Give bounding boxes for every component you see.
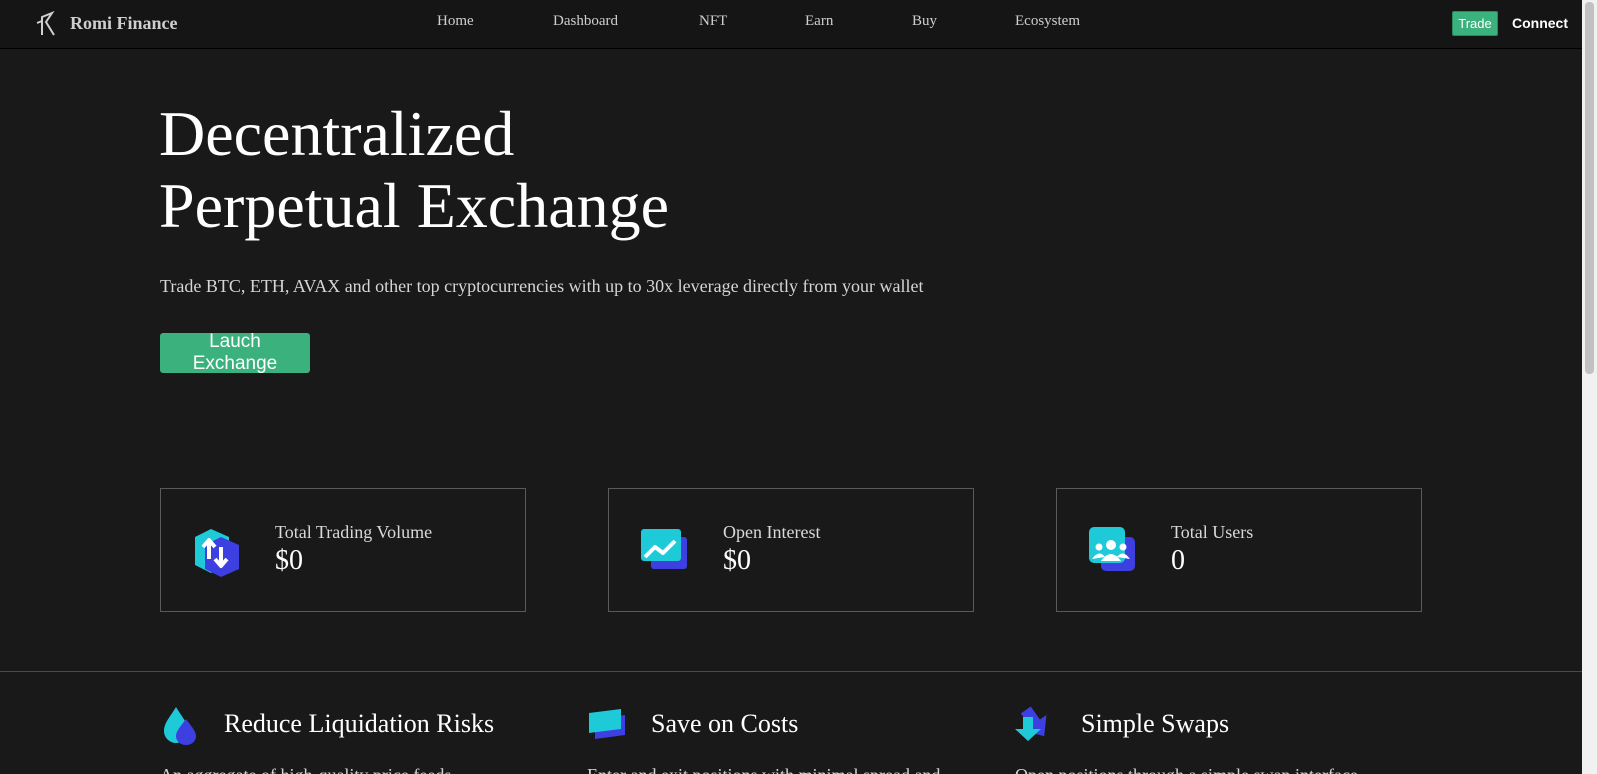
stat-label: Total Users — [1171, 522, 1254, 542]
nav-link-earn[interactable]: Earn — [805, 13, 833, 30]
top-navbar: Romi Finance Home Dashboard NFT Earn Buy… — [0, 0, 1582, 49]
stat-value: $0 — [275, 545, 303, 576]
nav-link-nft[interactable]: NFT — [699, 13, 727, 30]
cost-wallet-icon — [589, 709, 625, 739]
stat-card-trading-volume: Total Trading Volume $0 — [160, 488, 526, 612]
users-icon — [1089, 527, 1135, 571]
romi-logo-icon — [36, 10, 55, 36]
connect-button[interactable]: Connect — [1512, 15, 1568, 31]
stat-label: Total Trading Volume — [275, 522, 433, 542]
page: Romi Finance Home Dashboard NFT Earn Buy… — [0, 0, 1597, 774]
swap-arrow-icon — [1015, 706, 1047, 741]
nav-link-buy[interactable]: Buy — [912, 13, 937, 30]
page-scrollbar[interactable] — [1582, 0, 1597, 774]
section-divider — [0, 671, 1582, 672]
nav-link-dashboard[interactable]: Dashboard — [553, 13, 618, 30]
brand-name: Romi Finance — [70, 12, 178, 33]
stat-card-total-users: Total Users 0 — [1056, 488, 1422, 612]
trading-volume-icon — [195, 529, 239, 577]
trade-button[interactable]: Trade — [1452, 11, 1498, 36]
feature-text: Enter and exit positions with minimal sp… — [587, 765, 940, 774]
feature-text: An aggregate of high-quality price feeds — [160, 765, 451, 774]
nav-link-home[interactable]: Home — [437, 13, 474, 30]
feature-title: Save on Costs — [651, 709, 799, 738]
hero-subtitle: Trade BTC, ETH, AVAX and other top crypt… — [160, 276, 924, 296]
liquidity-drop-icon — [164, 707, 196, 745]
hero-title-line2: Perpetual Exchange — [159, 170, 669, 241]
hero-title: Decentralized Perpetual Exchange — [159, 98, 669, 242]
open-interest-icon — [641, 529, 687, 569]
stat-card-open-interest: Open Interest $0 — [608, 488, 974, 612]
stat-value: $0 — [723, 545, 751, 576]
hero-title-line1: Decentralized — [159, 98, 515, 169]
launch-exchange-button[interactable]: Lauch Exchange — [160, 331, 310, 374]
feature-title: Simple Swaps — [1081, 709, 1230, 738]
scrollbar-thumb[interactable] — [1585, 2, 1594, 374]
stat-value: 0 — [1171, 545, 1185, 576]
feature-text: Open positions through a simple swap int… — [1015, 765, 1358, 774]
nav-link-ecosystem[interactable]: Ecosystem — [1015, 13, 1080, 30]
brand[interactable]: Romi Finance — [34, 9, 178, 37]
stat-label: Open Interest — [723, 522, 821, 542]
feature-title: Reduce Liquidation Risks — [224, 709, 495, 738]
